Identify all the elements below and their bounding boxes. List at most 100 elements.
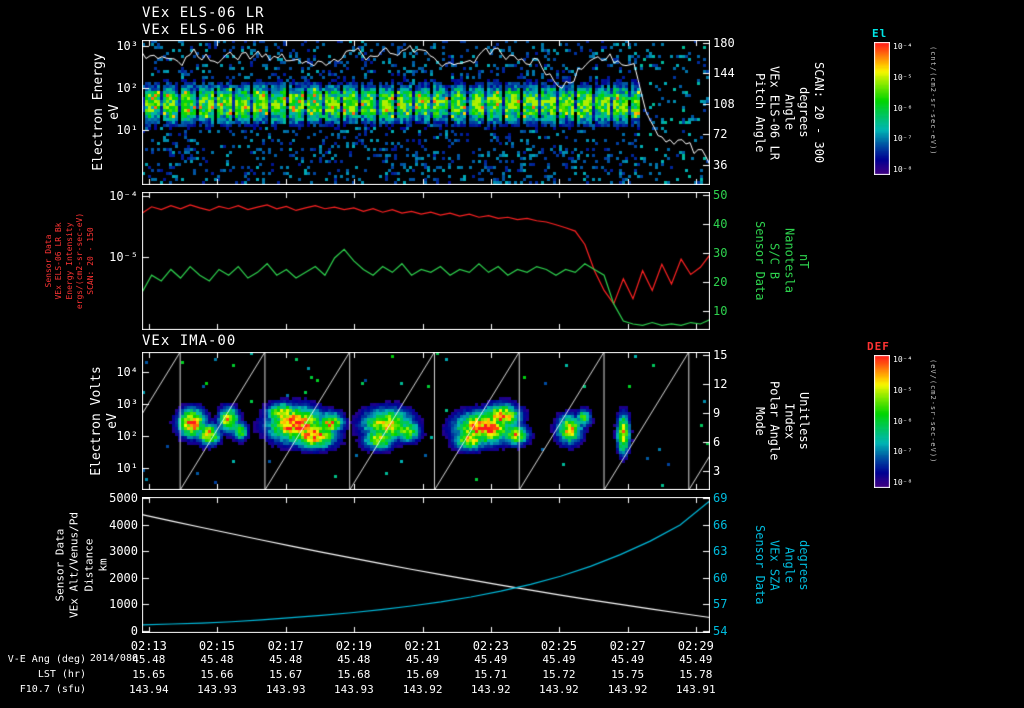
row-value: 143.92	[607, 683, 648, 696]
row-value: 143.91	[675, 683, 716, 696]
axis-title-line: Electron Energy	[90, 53, 106, 171]
vex-quicklook-screen: VEx ELS-06 LR VEx ELS-06 HR VEx IMA-00 E…	[0, 0, 1024, 708]
row-value: 45.48	[337, 653, 371, 666]
time-tick-label: 02:21	[404, 639, 441, 653]
p4-left-tick-label: 5000	[109, 491, 138, 506]
time-tick-label: 02:19	[335, 639, 372, 653]
panel1-title-line1: VEx ELS-06 LR	[142, 5, 265, 21]
colorbar-ima-title: DEF	[867, 340, 890, 353]
p3-left-tick-label: 10⁴	[116, 365, 138, 379]
axis-title-line: Nanotesla	[782, 228, 797, 294]
axis-title-line: VEx Alt/Venus/Pd	[67, 512, 81, 618]
time-tick-label: 02:27	[609, 639, 646, 653]
panel2-right-axis-title: Sensor Data S/C B Nanotesla nT	[752, 192, 812, 330]
axis-title-line: Electron Volts	[88, 366, 104, 476]
panel2-left-axis-title: Sensor Data VEx ELS-06 LR Bk Energy Inte…	[44, 213, 96, 309]
row-value: 45.48	[200, 653, 234, 666]
row-value: 15.66	[200, 668, 234, 681]
p3-right-tick-label: 9	[713, 405, 721, 420]
p4-right-tick-label: 54	[713, 623, 728, 638]
row-value: 143.93	[197, 683, 237, 696]
p4-left-tick-label: 3000	[109, 544, 138, 559]
row-value: 45.49	[406, 653, 440, 666]
row-value: 143.92	[470, 683, 511, 696]
row-value: 45.49	[611, 653, 645, 666]
els-spectrogram-canvas	[142, 40, 710, 185]
axis-title-line: S/C B	[767, 242, 782, 280]
axis-title-line: nT	[797, 253, 812, 269]
cb2-tick-label: 10⁻⁵	[893, 385, 913, 395]
axis-title-line: SCAN: 20 - 150	[85, 227, 95, 295]
row-value: 143.92	[539, 683, 579, 696]
p4-left-tick-label: 0	[130, 623, 138, 638]
row-value: 15.75	[611, 668, 645, 681]
time-tick-label: 02:25	[540, 639, 577, 653]
axis-title-line: Energy Intensity	[64, 222, 74, 300]
row-value: 15.65	[132, 668, 166, 681]
row-value: 15.68	[337, 668, 371, 681]
row-value: 143.92	[402, 683, 443, 696]
panel4-right-axis-title: Sensor Data VEx SZA Angle degrees	[752, 497, 812, 633]
time-tick-label: 02:17	[267, 639, 304, 653]
axis-title-line: Sensor Data	[53, 528, 67, 602]
p2-right-tick-label: 40	[713, 216, 728, 231]
p1-left-tick-label: 10¹	[116, 122, 138, 137]
axis-title-line: degrees	[797, 539, 812, 591]
row-value: 143.94	[128, 683, 169, 696]
colorbar-els-title: El	[872, 27, 888, 40]
p4-right-tick-label: 66	[713, 517, 728, 532]
p3-left-tick-label: 10¹	[116, 460, 138, 475]
axis-title-line: eV	[105, 413, 120, 429]
p2-left-tick-label: 10⁻⁵	[109, 249, 138, 264]
ima-spectrogram-canvas	[142, 352, 710, 490]
axis-title-line: VEx ELS-06 LR Bk	[54, 222, 64, 300]
p2-right-tick-label: 30	[713, 245, 728, 260]
cb1-tick-label: 10⁻⁷	[893, 134, 913, 144]
p3-right-tick-label: 3	[713, 463, 721, 478]
panel3-right-axis-title: Mode Polar Angle Index Unitless	[752, 352, 812, 490]
p4-left-tick-label: 1000	[109, 597, 138, 612]
p1-right-tick-label: 108	[713, 96, 735, 111]
cb1-tick-label: 10⁻⁵	[893, 72, 913, 82]
panel1-title-line2: VEx ELS-06 HR	[142, 22, 265, 38]
row-value: 45.49	[542, 653, 576, 666]
p4-right-tick-label: 63	[713, 544, 728, 559]
panel3-title: VEx IMA-00	[142, 333, 237, 349]
p1-right-tick-label: 72	[713, 127, 728, 142]
p4-right-tick-label: 57	[713, 597, 728, 612]
row-value: 143.93	[333, 683, 374, 696]
p4-left-tick-label: 2000	[109, 570, 138, 585]
row-label: LST (hr)	[37, 669, 86, 680]
p4-right-tick-label: 60	[713, 570, 728, 585]
axis-title-line: eV	[107, 104, 122, 120]
cb2-tick-label: 10⁻⁴	[893, 355, 913, 365]
axis-title-line: VEx ELS-06 LR	[767, 65, 782, 160]
axis-title-line: Sensor Data	[752, 221, 767, 301]
panel3-left-axis-title: Electron Volts eV	[89, 366, 122, 476]
axis-title-line: Unitless	[797, 392, 812, 450]
row-label: F10.7 (sfu)	[19, 684, 86, 695]
axis-title-line: Sensor Data	[752, 525, 767, 605]
cb1-tick-label: 10⁻⁴	[893, 42, 913, 52]
p4-right-tick-label: 69	[713, 491, 728, 506]
axis-title-line: Index	[782, 402, 797, 440]
p2-left-tick-label: 10⁻⁴	[109, 189, 138, 204]
time-tick-label: 02:13	[130, 639, 167, 653]
p2-right-tick-label: 10	[713, 303, 728, 318]
p2-right-tick-label: 20	[713, 274, 728, 289]
cb1-tick-label: 10⁻⁶	[893, 103, 913, 113]
row-value: 45.48	[132, 653, 166, 666]
axis-title-line: degrees	[797, 87, 812, 138]
p1-right-tick-label: 144	[713, 66, 735, 81]
axis-title-line: Angle	[782, 94, 797, 131]
p1-left-tick-label: 10³	[116, 38, 138, 53]
axis-title-line: Polar Angle	[767, 381, 782, 461]
p1-left-tick-label: 10²	[116, 80, 138, 95]
row-value: 15.72	[542, 668, 576, 681]
p3-right-tick-label: 12	[713, 376, 728, 391]
p3-left-tick-label: 10³	[116, 397, 138, 412]
axis-title-line: VEx SZA	[767, 539, 782, 591]
p3-right-tick-label: 6	[713, 434, 721, 449]
axis-title-line: Angle	[782, 546, 797, 584]
altitude-sza-plot-canvas	[142, 497, 710, 633]
